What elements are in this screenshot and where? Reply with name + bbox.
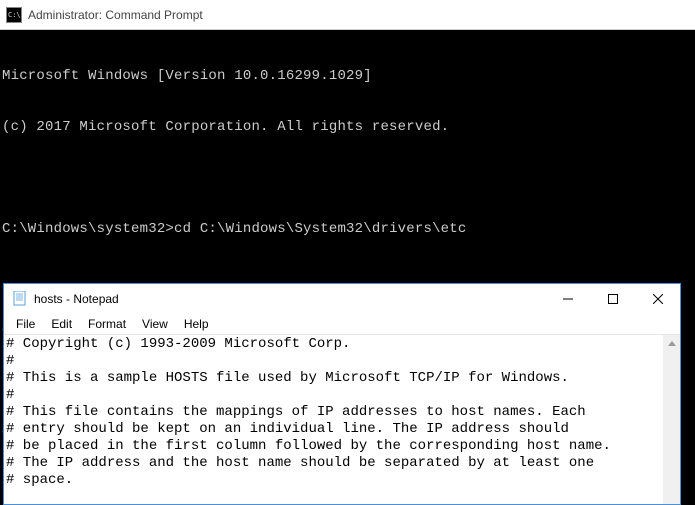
cmd-prompt-line: C:\Windows\system32>cd C:\Windows\System… <box>2 221 693 238</box>
cmd-output-line: (c) 2017 Microsoft Corporation. All righ… <box>2 119 693 136</box>
close-button[interactable] <box>635 284 680 314</box>
menu-format[interactable]: Format <box>80 316 134 332</box>
notepad-editor-area: # Copyright (c) 1993-2009 Microsoft Corp… <box>4 334 680 504</box>
cmd-output-line: Microsoft Windows [Version 10.0.16299.10… <box>2 68 693 85</box>
notepad-window: hosts - Notepad File Edit Format View He… <box>3 283 681 505</box>
maximize-button[interactable] <box>590 284 635 314</box>
notepad-text-content[interactable]: # Copyright (c) 1993-2009 Microsoft Corp… <box>4 335 663 504</box>
notepad-icon <box>12 291 28 307</box>
notepad-menubar: File Edit Format View Help <box>4 314 680 334</box>
scroll-up-arrow-icon[interactable] <box>663 335 680 352</box>
notepad-title: hosts - Notepad <box>34 292 119 306</box>
cmd-icon <box>6 7 22 23</box>
cmd-title: Administrator: Command Prompt <box>28 8 203 22</box>
menu-help[interactable]: Help <box>176 316 217 332</box>
cmd-titlebar[interactable]: Administrator: Command Prompt <box>0 0 695 30</box>
minimize-button[interactable] <box>545 284 590 314</box>
vertical-scrollbar[interactable] <box>663 335 680 504</box>
menu-file[interactable]: File <box>8 316 43 332</box>
menu-view[interactable]: View <box>134 316 176 332</box>
menu-edit[interactable]: Edit <box>43 316 80 332</box>
notepad-titlebar[interactable]: hosts - Notepad <box>4 284 680 314</box>
